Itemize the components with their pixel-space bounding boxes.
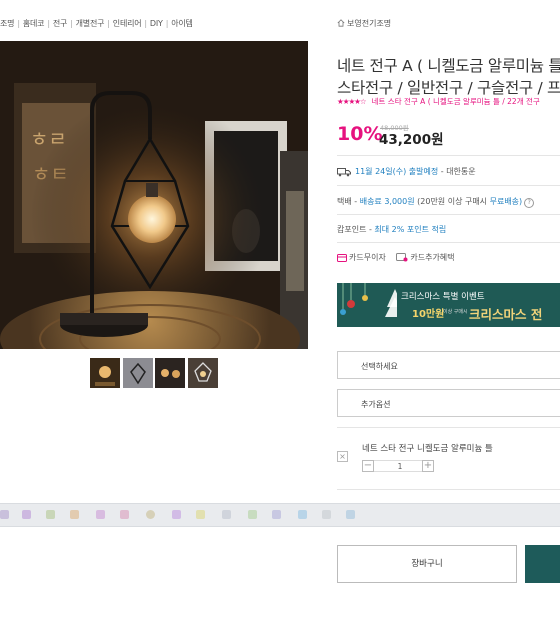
taskbar-app-icon[interactable] — [222, 510, 231, 519]
shipping-date: 11월 24일(수) 출발예정 — [355, 167, 439, 176]
option-select[interactable]: 선택하세요 — [337, 351, 560, 379]
lamp-photo-illustration: ㅎㄹ ㅎㅌ — [0, 41, 308, 349]
thumbnail-image — [90, 358, 120, 388]
breadcrumb-separator: | — [70, 19, 73, 28]
shipping-fee-value: 배송료 3,000원 — [359, 197, 415, 206]
breadcrumb: 조명 | 홈데코 | 전구 | 개별전구 | 인테리어 | DIY | 아이템 — [0, 18, 193, 29]
breadcrumb-item-bulb[interactable]: 전구 — [53, 19, 68, 28]
product-title-line-1: 네트 전구 A ( 니켈도금 알루미늄 틀 / — [337, 57, 560, 75]
christmas-ornaments-icon — [340, 283, 397, 317]
breadcrumb-separator: | — [47, 19, 50, 28]
banner-big-text: 크리스마스 전 — [469, 307, 543, 322]
divider — [337, 489, 560, 490]
taskbar-app-icon[interactable] — [272, 510, 281, 519]
taskbar-app-icon[interactable] — [248, 510, 257, 519]
thumbnail-2[interactable] — [123, 358, 153, 388]
points-row: 캄포인트 - 최대 2% 포인트 적립 — [337, 224, 446, 235]
breadcrumb-item-homedeco[interactable]: 홈데코 — [23, 19, 45, 28]
selected-option-name: 네트 스타 전구 니켈도금 알루미늄 틀 — [362, 444, 493, 454]
quantity-increase-button[interactable]: + — [422, 460, 434, 472]
truck-icon — [337, 168, 351, 177]
shipping-fee-row: 택배 - 배송료 3,000원 (20만원 이상 구매시 무료배송)? — [337, 196, 535, 208]
add-to-cart-button[interactable]: 장바구니 — [337, 545, 517, 583]
product-title: 네트 전구 A ( 니켈도금 알루미늄 틀 / 스타전구 / 일반전구 / 구슬… — [337, 55, 560, 99]
extra-option-select[interactable]: 추가옵션 — [337, 389, 560, 417]
breadcrumb-item-diy[interactable]: DIY — [150, 19, 163, 28]
shipping-fee-condition: (20만원 이상 구매시 — [417, 197, 488, 206]
taskbar-app-icon[interactable] — [96, 510, 105, 519]
rating-stars: ★★★★☆ — [337, 97, 367, 106]
points-value: 최대 2% 포인트 적립 — [374, 225, 447, 234]
product-main-image[interactable]: ㅎㄹ ㅎㅌ — [0, 41, 308, 349]
divider — [337, 185, 560, 186]
thumbnail-image — [188, 358, 218, 388]
thumbnail-4[interactable] — [188, 358, 218, 388]
product-subtitle-link[interactable]: 네트 스타 전구 A ( 니켈도금 알루미늄 틀 / 22개 전구 — [372, 97, 540, 106]
rating-row: ★★★★☆ 네트 스타 전구 A ( 니켈도금 알루미늄 틀 / 22개 전구 — [337, 96, 540, 107]
breadcrumb-separator: | — [107, 19, 110, 28]
shipping-fee-label: 택배 - — [337, 197, 358, 206]
points-label: 캄포인트 - — [337, 225, 372, 234]
brand-name: 보영전기조명 — [347, 19, 392, 28]
card-benefit-icon — [396, 253, 408, 262]
home-icon — [337, 19, 345, 27]
sale-price: 43,200원 — [379, 132, 444, 148]
breadcrumb-separator: | — [165, 19, 169, 28]
divider — [337, 427, 560, 428]
quantity-input[interactable] — [374, 460, 426, 472]
taskbar-app-icon[interactable] — [196, 510, 205, 519]
divider — [337, 214, 560, 215]
help-icon[interactable]: ? — [524, 198, 535, 208]
remove-option-button[interactable]: × — [337, 451, 348, 462]
thumbnail-image — [155, 358, 185, 388]
brand-link[interactable]: 보영전기조명 — [337, 18, 391, 29]
discount-rate: 10% — [337, 123, 383, 145]
breadcrumb-separator: | — [17, 19, 20, 28]
breadcrumb-item-item[interactable]: 아이템 — [171, 19, 193, 28]
free-shipping-text: 무료배송) — [489, 197, 523, 206]
taskbar-app-icon[interactable] — [22, 510, 31, 519]
thumbnail-3[interactable] — [155, 358, 185, 388]
taskbar-app-icon[interactable] — [0, 510, 9, 519]
divider — [337, 242, 560, 243]
card-extra-benefit-link[interactable]: 카드추가혜택 — [396, 253, 455, 262]
quantity-decrease-button[interactable]: − — [362, 460, 374, 472]
breadcrumb-item-individual-bulb[interactable]: 개별전구 — [76, 19, 105, 28]
breadcrumb-item-interior[interactable]: 인테리어 — [113, 19, 142, 28]
taskbar-app-icon[interactable] — [298, 510, 307, 519]
breadcrumb-item-lighting[interactable]: 조명 — [0, 19, 15, 28]
breadcrumb-separator: | — [144, 19, 147, 28]
christmas-event-banner[interactable]: 크리스마스 특별 이벤트 10만원 이상 구매시 크리스마스 전 — [337, 283, 560, 327]
taskbar-strip — [0, 503, 560, 527]
shipping-date-row: 11월 24일(수) 출발예정 - 대한통운 — [337, 166, 476, 177]
card-extra-benefit-label: 카드추가혜택 — [410, 253, 455, 262]
credit-card-icon — [337, 254, 347, 262]
banner-headline: 크리스마스 특별 이벤트 — [401, 292, 485, 302]
buy-now-button[interactable] — [525, 545, 560, 583]
taskbar-app-icon[interactable] — [172, 510, 181, 519]
thumbnail-1[interactable] — [90, 358, 120, 388]
taskbar-app-icon[interactable] — [322, 510, 331, 519]
card-benefits-row: 카드무이자 카드추가혜택 — [337, 252, 455, 263]
divider — [337, 155, 560, 156]
taskbar-app-icon[interactable] — [70, 510, 79, 519]
taskbar-app-icon[interactable] — [346, 510, 355, 519]
thumbnail-image — [123, 358, 153, 388]
taskbar-app-icon[interactable] — [120, 510, 129, 519]
shipping-carrier: - 대한통운 — [440, 167, 476, 176]
banner-amount: 10만원 — [412, 309, 445, 320]
card-interest-free-link[interactable]: 카드무이자 — [337, 253, 386, 262]
taskbar-app-icon[interactable] — [146, 510, 155, 519]
taskbar-app-icon[interactable] — [46, 510, 55, 519]
card-interest-free-label: 카드무이자 — [349, 253, 386, 262]
banner-condition: 이상 구매시 — [443, 309, 468, 315]
